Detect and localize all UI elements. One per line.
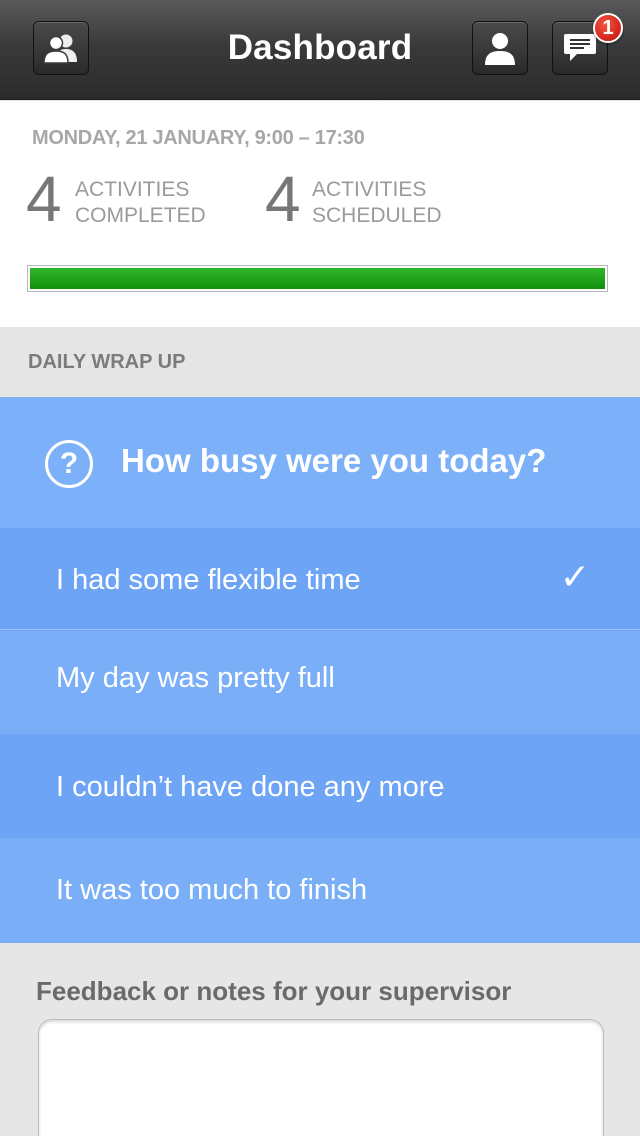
option-flexible-time[interactable]: I had some flexible time ✓ xyxy=(0,528,640,630)
nav-bar: Dashboard 1 xyxy=(0,0,640,100)
section-title: DAILY WRAP UP xyxy=(28,351,186,373)
chat-bubble-icon xyxy=(564,34,596,61)
progress-fill xyxy=(30,268,605,289)
progress-bar xyxy=(27,265,608,292)
question-text: How busy were you today? xyxy=(121,442,547,479)
notification-badge: 1 xyxy=(593,13,623,43)
busy-question: ? How busy were you today? I had some fl… xyxy=(0,397,640,943)
checkmark-icon: ✓ xyxy=(559,556,590,597)
option-too-much[interactable]: It was too much to finish xyxy=(0,838,640,943)
completed-label: ACTIVITIES COMPLETED xyxy=(75,177,206,229)
scheduled-label-line-1: ACTIVITIES xyxy=(312,178,427,201)
scheduled-label-line-2: SCHEDULED xyxy=(312,204,442,227)
option-label: My day was pretty full xyxy=(56,662,335,694)
scheduled-label: ACTIVITIES SCHEDULED xyxy=(312,177,442,229)
activity-summary: MONDAY, 21 JANUARY, 9:00 – 17:30 4 ACTIV… xyxy=(0,101,640,327)
scheduled-count: 4 xyxy=(265,163,301,235)
completed-count: 4 xyxy=(26,163,62,235)
option-pretty-full[interactable]: My day was pretty full xyxy=(0,631,640,734)
section-header: DAILY WRAP UP xyxy=(0,327,640,397)
feedback-textarea[interactable] xyxy=(38,1019,604,1136)
completed-label-line-2: COMPLETED xyxy=(75,204,206,227)
option-label: It was too much to finish xyxy=(56,874,368,906)
question-header: ? How busy were you today? xyxy=(0,397,640,528)
date-range: MONDAY, 21 JANUARY, 9:00 – 17:30 xyxy=(32,127,365,149)
page-title: Dashboard xyxy=(227,28,413,67)
question-circle-icon: ? xyxy=(45,440,93,488)
completed-label-line-1: ACTIVITIES xyxy=(75,178,190,201)
option-no-more[interactable]: I couldn’t have done any more xyxy=(0,734,640,838)
profile-button[interactable] xyxy=(472,21,528,75)
option-label: I had some flexible time xyxy=(56,564,361,596)
profile-icon xyxy=(485,33,515,65)
option-label: I couldn’t have done any more xyxy=(56,771,445,803)
feedback-title: Feedback or notes for your supervisor xyxy=(36,976,512,1006)
